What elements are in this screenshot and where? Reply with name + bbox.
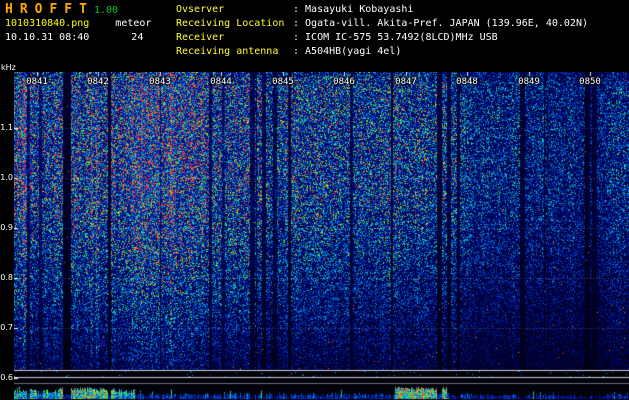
freq-axis-unit: kHz — [1, 63, 16, 72]
freq-tick-label: 1.0 — [0, 173, 13, 182]
time-tick-label: 0848 — [456, 77, 478, 87]
time-tick-label: 0842 — [87, 77, 109, 87]
freq-tick-label: 0.6 — [0, 373, 13, 382]
hrofft-window: HROFFT 1.00 1010310840.png meteor 10.10.… — [0, 0, 629, 400]
spectrogram-canvas — [14, 72, 629, 400]
freq-tick-label: 0.8 — [0, 273, 13, 282]
freq-tick-label: 1.1 — [0, 123, 13, 132]
freq-tick-label: 0.7 — [0, 323, 13, 332]
time-tick-label: 0849 — [518, 77, 540, 87]
freq-tick-label: 0.9 — [0, 223, 13, 232]
time-tick-label: 0846 — [333, 77, 355, 87]
time-tick-label: 0841 — [26, 77, 48, 87]
time-tick-label: 0845 — [272, 77, 294, 87]
time-tick-label: 0850 — [579, 77, 601, 87]
time-tick-label: 0847 — [395, 77, 417, 87]
time-tick-label: 0844 — [210, 77, 232, 87]
spectrogram-plot: kHz 1.1 1.0 0.9 0.8 0.7 0.6 0841 0842 08… — [0, 0, 629, 400]
time-tick-label: 0843 — [149, 77, 171, 87]
